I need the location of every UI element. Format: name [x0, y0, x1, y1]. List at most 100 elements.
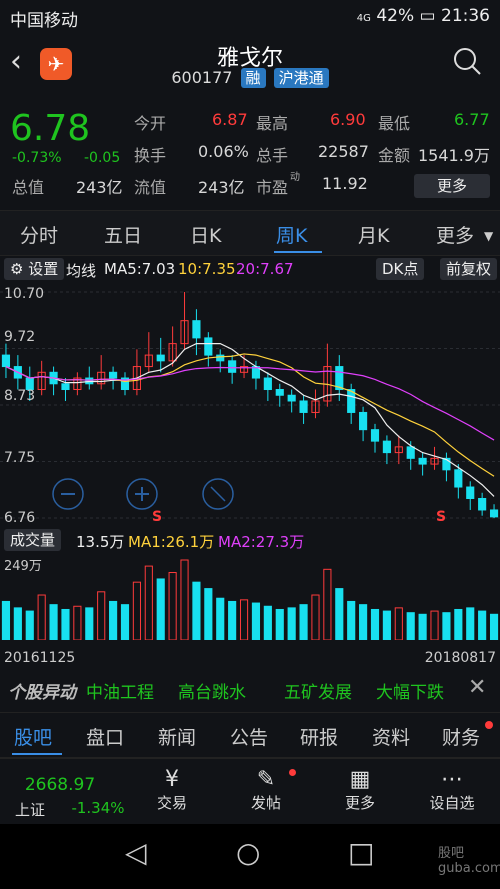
volume-bar: [430, 610, 439, 640]
candle-body: [216, 354, 225, 362]
high-label: 最高: [256, 114, 289, 133]
candle-body: [478, 497, 487, 511]
index-name: 上证: [14, 801, 45, 819]
close-icon[interactable]: ✕: [468, 675, 486, 700]
candle-body: [406, 446, 415, 459]
volume-bar: [228, 600, 237, 640]
volume-bar: [335, 588, 344, 640]
x-end-date: 20180817: [424, 650, 496, 666]
candle-body: [275, 389, 284, 396]
candle-body: [418, 457, 427, 465]
volume-bar: [156, 578, 165, 640]
volume-bar: [394, 607, 403, 640]
candle-body: [228, 360, 237, 373]
battery-label: 42%: [376, 6, 415, 26]
volume-chart[interactable]: 249万: [0, 554, 500, 640]
kline-chart[interactable]: 10.70 9.72 8.73 7.75 6.76 S S: [0, 282, 500, 526]
zoom-in-button[interactable]: [126, 478, 158, 510]
watermark-logo: 股吧 guba.com.cn: [438, 846, 500, 876]
volume-bar: [466, 607, 475, 640]
zoom-out-button[interactable]: [52, 478, 84, 510]
tab-intraday[interactable]: 分时: [20, 221, 58, 248]
news-item[interactable]: 高台跳水: [178, 678, 246, 703]
candle-body: [299, 400, 308, 413]
clock-label: 21:36: [441, 6, 490, 26]
fullscreen-icon[interactable]: [202, 478, 234, 510]
tab-announcements[interactable]: 公告: [230, 723, 268, 750]
stock-code: 600177: [171, 68, 233, 87]
battery-icon: ▭: [419, 6, 436, 26]
tab-more[interactable]: 更多: [436, 221, 474, 248]
tab-daily-k[interactable]: 日K: [190, 221, 221, 248]
volume-label: 总手: [256, 146, 289, 165]
fq-button[interactable]: 前复权: [440, 258, 498, 280]
news-item[interactable]: 五矿发展: [284, 678, 352, 703]
volume-bar: [359, 604, 368, 640]
chart-settings-button[interactable]: ⚙ 设置: [4, 258, 65, 280]
volume-bar: [418, 613, 427, 640]
volume-indicator-button[interactable]: 成交量: [4, 529, 62, 551]
news-item[interactable]: 大幅下跌: [376, 678, 444, 703]
volume-bar: [287, 607, 296, 640]
news-item[interactable]: 中油工程: [86, 678, 154, 703]
turnover-label: 换手: [134, 146, 167, 165]
volume-bar: [454, 608, 463, 640]
notification-dot: [289, 769, 296, 776]
pe-value: 11.92: [322, 174, 368, 193]
nav-recents-icon[interactable]: □: [348, 836, 374, 869]
last-price: 6.78: [10, 108, 91, 149]
carrier-label: 中国移动: [10, 11, 78, 31]
volume-bar: [382, 610, 391, 640]
quote-more-button[interactable]: 更多: [414, 174, 490, 198]
gear-icon: ⚙: [10, 260, 24, 278]
x-start-date: 20161125: [4, 650, 76, 666]
dots-icon: ⋯: [441, 767, 463, 792]
candle-body: [192, 320, 201, 339]
volume-bar: [168, 572, 177, 640]
dk-point-button[interactable]: DK点: [376, 258, 425, 280]
quote-panel: 6.78 -0.73% -0.05 今开 6.87 最高 6.90 最低 6.7…: [0, 98, 500, 208]
volume-bar: [73, 605, 82, 640]
volume-bar: [239, 599, 249, 640]
tab-orderbook[interactable]: 盘口: [86, 723, 124, 750]
stock-code-row: 600177 融 沪港通: [0, 68, 500, 88]
volume-bar: [13, 607, 22, 640]
ma-title: 均线: [66, 262, 97, 280]
volume-bar: [311, 594, 320, 640]
ma20-value: 20:7.67: [236, 260, 294, 278]
more-button[interactable]: ▦ 更多: [320, 767, 400, 813]
tab-finance[interactable]: 财务: [442, 723, 480, 750]
content-tabs: 股吧 盘口 新闻 公告 研报 资料 财务: [0, 712, 500, 758]
float-cap-value: 243亿: [198, 178, 245, 197]
add-watchlist-button[interactable]: ⋯ 设自选: [412, 767, 492, 813]
chevron-down-icon[interactable]: ▼: [484, 229, 493, 243]
volume-bar: [478, 610, 487, 640]
tab-weekly-k[interactable]: 周K: [276, 221, 307, 248]
tab-monthly-k[interactable]: 月K: [358, 221, 389, 248]
tab-profile[interactable]: 资料: [372, 723, 410, 750]
volume-bar: [299, 604, 308, 640]
candle-body: [382, 440, 391, 454]
nav-home-icon[interactable]: ○: [236, 836, 260, 869]
candle-body: [287, 394, 296, 402]
tab-five-day[interactable]: 五日: [104, 221, 142, 248]
y-label-4: 7.75: [4, 450, 35, 466]
search-icon[interactable]: [452, 46, 482, 76]
volume-bar: [406, 612, 415, 640]
status-right: 4G 42% ▭ 21:36: [357, 6, 490, 26]
volume-bar: [370, 608, 380, 640]
volume-bar: [180, 559, 189, 640]
tab-research[interactable]: 研报: [300, 723, 338, 750]
nav-back-icon[interactable]: ◁: [125, 836, 147, 869]
tab-forum[interactable]: 股吧: [14, 723, 52, 750]
stock-header: ‹ ✈ 雅戈尔 600177 融 沪港通: [0, 34, 500, 98]
period-tabs: 分时 五日 日K 周K 月K 更多 ▼: [0, 210, 500, 256]
trade-button[interactable]: ¥ 交易: [132, 767, 212, 813]
volume-bar: [37, 594, 46, 640]
y-label-3: 8.73: [4, 388, 35, 404]
high-value: 6.90: [330, 110, 366, 129]
sell-mark: S: [436, 509, 446, 525]
volume-bar: [204, 588, 213, 640]
tab-news[interactable]: 新闻: [158, 723, 196, 750]
more-label: 更多: [344, 794, 375, 812]
